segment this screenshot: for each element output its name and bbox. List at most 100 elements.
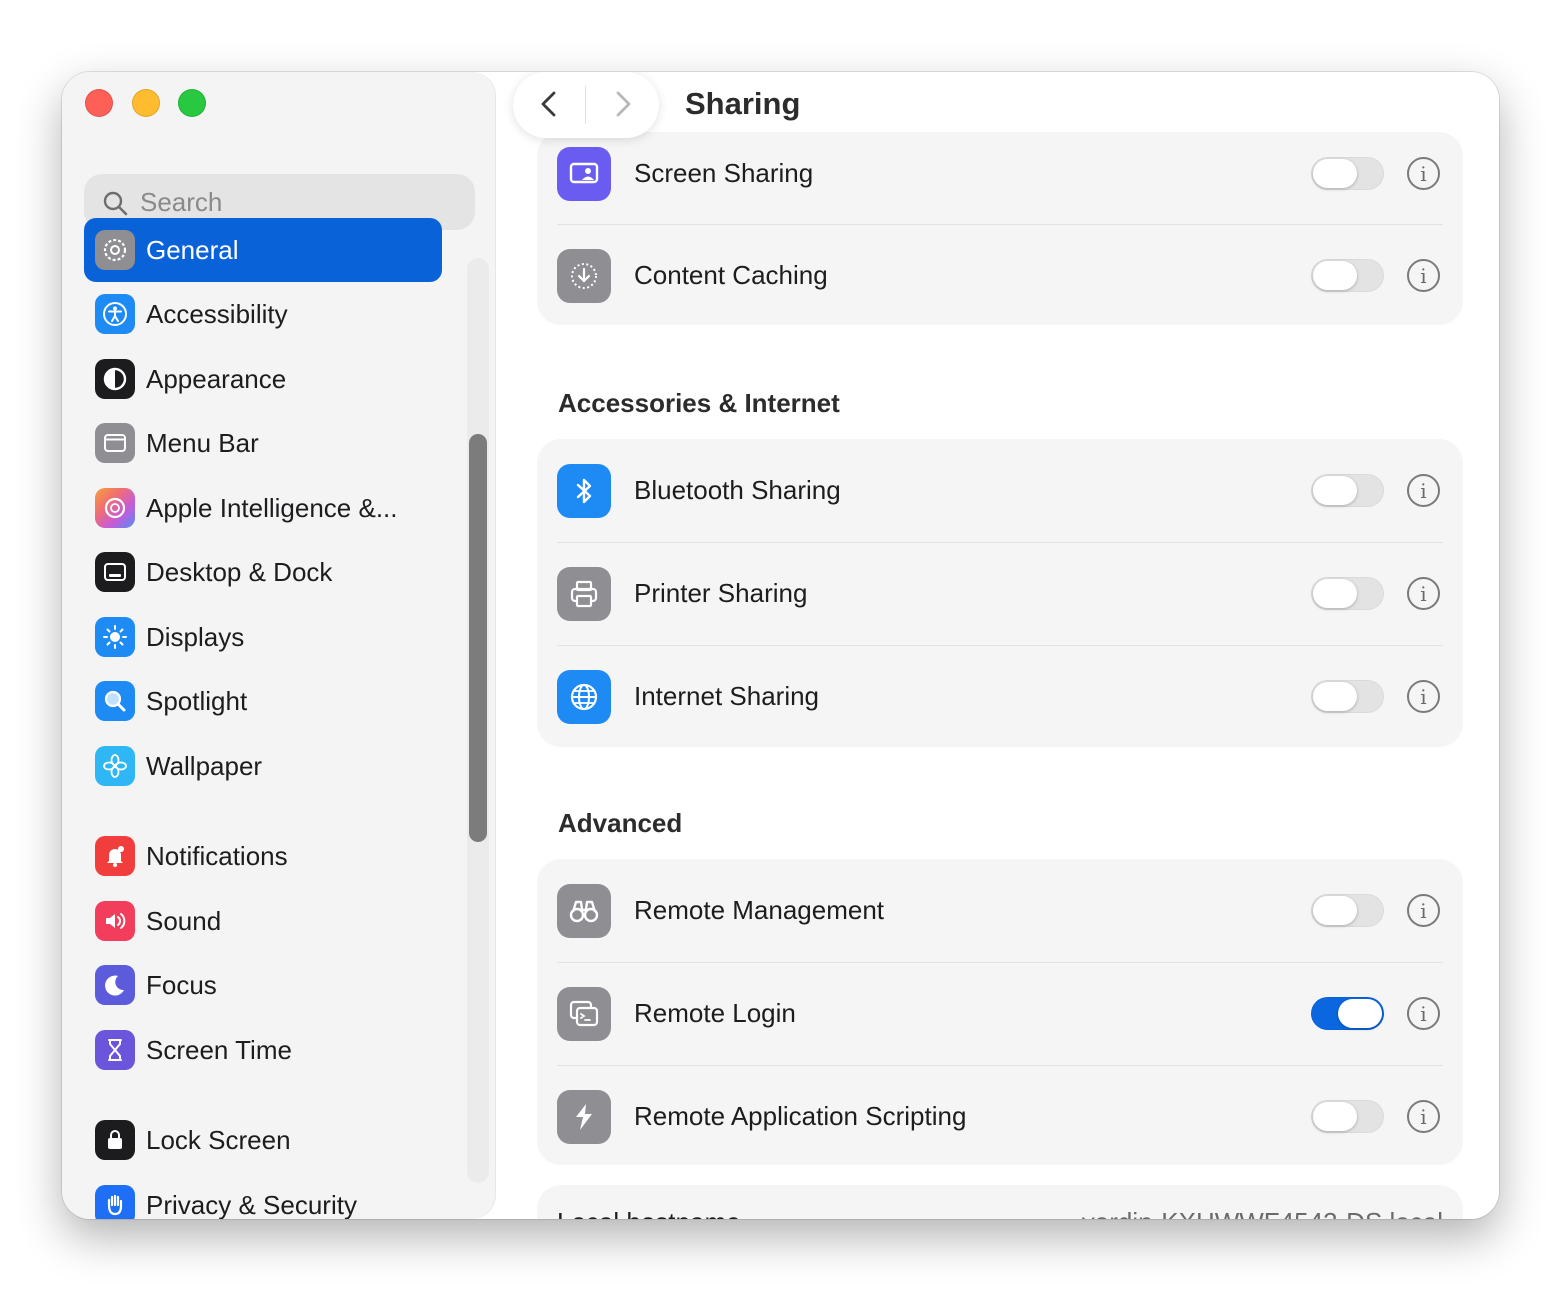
- bluetooth-sharing-toggle[interactable]: [1311, 474, 1384, 507]
- moon-icon: [95, 965, 135, 1005]
- internet-sharing-toggle[interactable]: [1311, 680, 1384, 713]
- binoculars-icon: [557, 884, 611, 938]
- bell-icon: [95, 836, 135, 876]
- history-navigation: [513, 72, 659, 138]
- hourglass-icon: [95, 1030, 135, 1070]
- search-icon: [103, 191, 128, 216]
- content-caching-info-button[interactable]: i: [1407, 259, 1440, 292]
- gear-icon: [95, 230, 135, 270]
- sidebar-item-focus[interactable]: Focus: [84, 953, 442, 1017]
- sidebar-item-appearance[interactable]: Appearance: [84, 347, 442, 411]
- sun-icon: [95, 617, 135, 657]
- remote-management-info-button[interactable]: i: [1407, 894, 1440, 927]
- row-internet-sharing: Internet Sharing i: [537, 645, 1463, 748]
- internet-sharing-info-button[interactable]: i: [1407, 680, 1440, 713]
- sidebar-item-privacy-security[interactable]: Privacy & Security: [84, 1173, 442, 1219]
- accessories-group: Bluetooth Sharing i Printer Sharing i In…: [537, 439, 1463, 747]
- sidebar-item-label: Wallpaper: [146, 750, 263, 781]
- row-label: Bluetooth Sharing: [634, 475, 841, 505]
- bluetooth-icon: [557, 464, 611, 518]
- content-caching-toggle[interactable]: [1311, 259, 1384, 292]
- screen-sharing-icon: [557, 147, 611, 201]
- sidebar-item-label: Displays: [146, 621, 245, 652]
- printer-sharing-toggle[interactable]: [1311, 577, 1384, 610]
- advanced-group: Remote Management i Remote Login i Remot…: [537, 859, 1463, 1165]
- sidebar-item-notifications[interactable]: Notifications: [84, 824, 442, 888]
- zoom-window-button[interactable]: [178, 89, 206, 117]
- section-title-accessories: Accessories & Internet: [558, 388, 840, 418]
- row-label: Screen Sharing: [634, 158, 814, 188]
- local-hostname-label: Local hostname: [557, 1207, 741, 1219]
- menu-bar-icon: [95, 423, 135, 463]
- magnifier-icon: [95, 681, 135, 721]
- sidebar-scrollbar-thumb[interactable]: [469, 434, 487, 842]
- local-hostname-value[interactable]: yardin-KXHWWF4542-DS.local: [1082, 1207, 1443, 1219]
- row-label: Remote Login: [634, 998, 796, 1028]
- row-screen-sharing: Screen Sharing i: [537, 122, 1463, 225]
- sidebar-item-screen-time[interactable]: Screen Time: [84, 1018, 442, 1082]
- terminal-icon: [557, 987, 611, 1041]
- sidebar-item-displays[interactable]: Displays: [84, 605, 442, 669]
- row-remote-login: Remote Login i: [537, 962, 1463, 1065]
- sidebar-item-label: Apple Intelligence &...: [146, 492, 398, 523]
- search-input[interactable]: [140, 184, 460, 220]
- row-label: Remote Management: [634, 895, 885, 925]
- row-printer-sharing: Printer Sharing i: [537, 542, 1463, 645]
- sidebar-item-label: Sound: [146, 905, 222, 936]
- lock-icon: [95, 1120, 135, 1160]
- forward-chevron-icon[interactable]: [605, 87, 639, 121]
- hand-icon: [95, 1185, 135, 1219]
- sidebar-item-spotlight[interactable]: Spotlight: [84, 669, 442, 733]
- page-title: Sharing: [685, 86, 801, 121]
- sidebar-item-wallpaper[interactable]: Wallpaper: [84, 734, 442, 798]
- row-label: Printer Sharing: [634, 578, 808, 608]
- accessibility-icon: [95, 294, 135, 334]
- apple-intelligence-icon: [95, 488, 135, 528]
- close-window-button[interactable]: [85, 89, 113, 117]
- remote-login-info-button[interactable]: i: [1407, 997, 1440, 1030]
- remote-login-toggle[interactable]: [1311, 997, 1384, 1030]
- globe-icon: [557, 670, 611, 724]
- row-label: Internet Sharing: [634, 681, 820, 711]
- remote-application-scripting-info-button[interactable]: i: [1407, 1100, 1440, 1133]
- sidebar-item-accessibility[interactable]: Accessibility: [84, 282, 442, 346]
- sharing-group-top: Screen Sharing i Content Caching i: [537, 132, 1463, 325]
- printer-sharing-info-button[interactable]: i: [1407, 577, 1440, 610]
- sidebar-item-label: Privacy & Security: [146, 1189, 357, 1220]
- appearance-icon: [95, 359, 135, 399]
- row-remote-management: Remote Management i: [537, 859, 1463, 962]
- remote-application-scripting-toggle[interactable]: [1311, 1100, 1384, 1133]
- row-label: Content Caching: [634, 260, 828, 290]
- sidebar-item-menu-bar[interactable]: Menu Bar: [84, 411, 442, 475]
- row-remote-application-scripting: Remote Application Scripting i: [537, 1065, 1463, 1168]
- screen-sharing-info-button[interactable]: i: [1407, 157, 1440, 190]
- sidebar-item-label: Spotlight: [146, 685, 248, 716]
- screen-sharing-toggle[interactable]: [1311, 157, 1384, 190]
- sidebar-item-desktop-dock[interactable]: Desktop & Dock: [84, 540, 442, 604]
- sidebar-item-label: Lock Screen: [146, 1124, 291, 1155]
- desktop-dock-icon: [95, 552, 135, 592]
- printer-icon: [557, 567, 611, 621]
- flower-icon: [95, 746, 135, 786]
- back-chevron-icon[interactable]: [533, 87, 567, 121]
- row-bluetooth-sharing: Bluetooth Sharing i: [537, 439, 1463, 542]
- sidebar-item-label: Accessibility: [146, 298, 288, 329]
- sidebar-item-lock-screen[interactable]: Lock Screen: [84, 1108, 442, 1172]
- sidebar-item-sound[interactable]: Sound: [84, 889, 442, 953]
- sidebar: General Accessibility Appearance Menu Ba…: [62, 72, 496, 1219]
- remote-management-toggle[interactable]: [1311, 894, 1384, 927]
- sidebar-item-label: Notifications: [146, 840, 288, 871]
- sidebar-item-label: Desktop & Dock: [146, 556, 333, 587]
- content-caching-icon: [557, 249, 611, 303]
- section-title-advanced: Advanced: [558, 808, 683, 838]
- row-label: Remote Application Scripting: [634, 1101, 967, 1131]
- script-icon: [557, 1090, 611, 1144]
- sidebar-item-label: Screen Time: [146, 1034, 292, 1065]
- minimize-window-button[interactable]: [132, 89, 160, 117]
- bluetooth-sharing-info-button[interactable]: i: [1407, 474, 1440, 507]
- row-content-caching: Content Caching i: [537, 224, 1463, 327]
- system-settings-window: General Accessibility Appearance Menu Ba…: [62, 72, 1499, 1219]
- sidebar-item-general[interactable]: General: [84, 218, 442, 282]
- sidebar-item-apple-intelligence[interactable]: Apple Intelligence &...: [84, 476, 442, 540]
- sidebar-item-label: General: [146, 234, 239, 265]
